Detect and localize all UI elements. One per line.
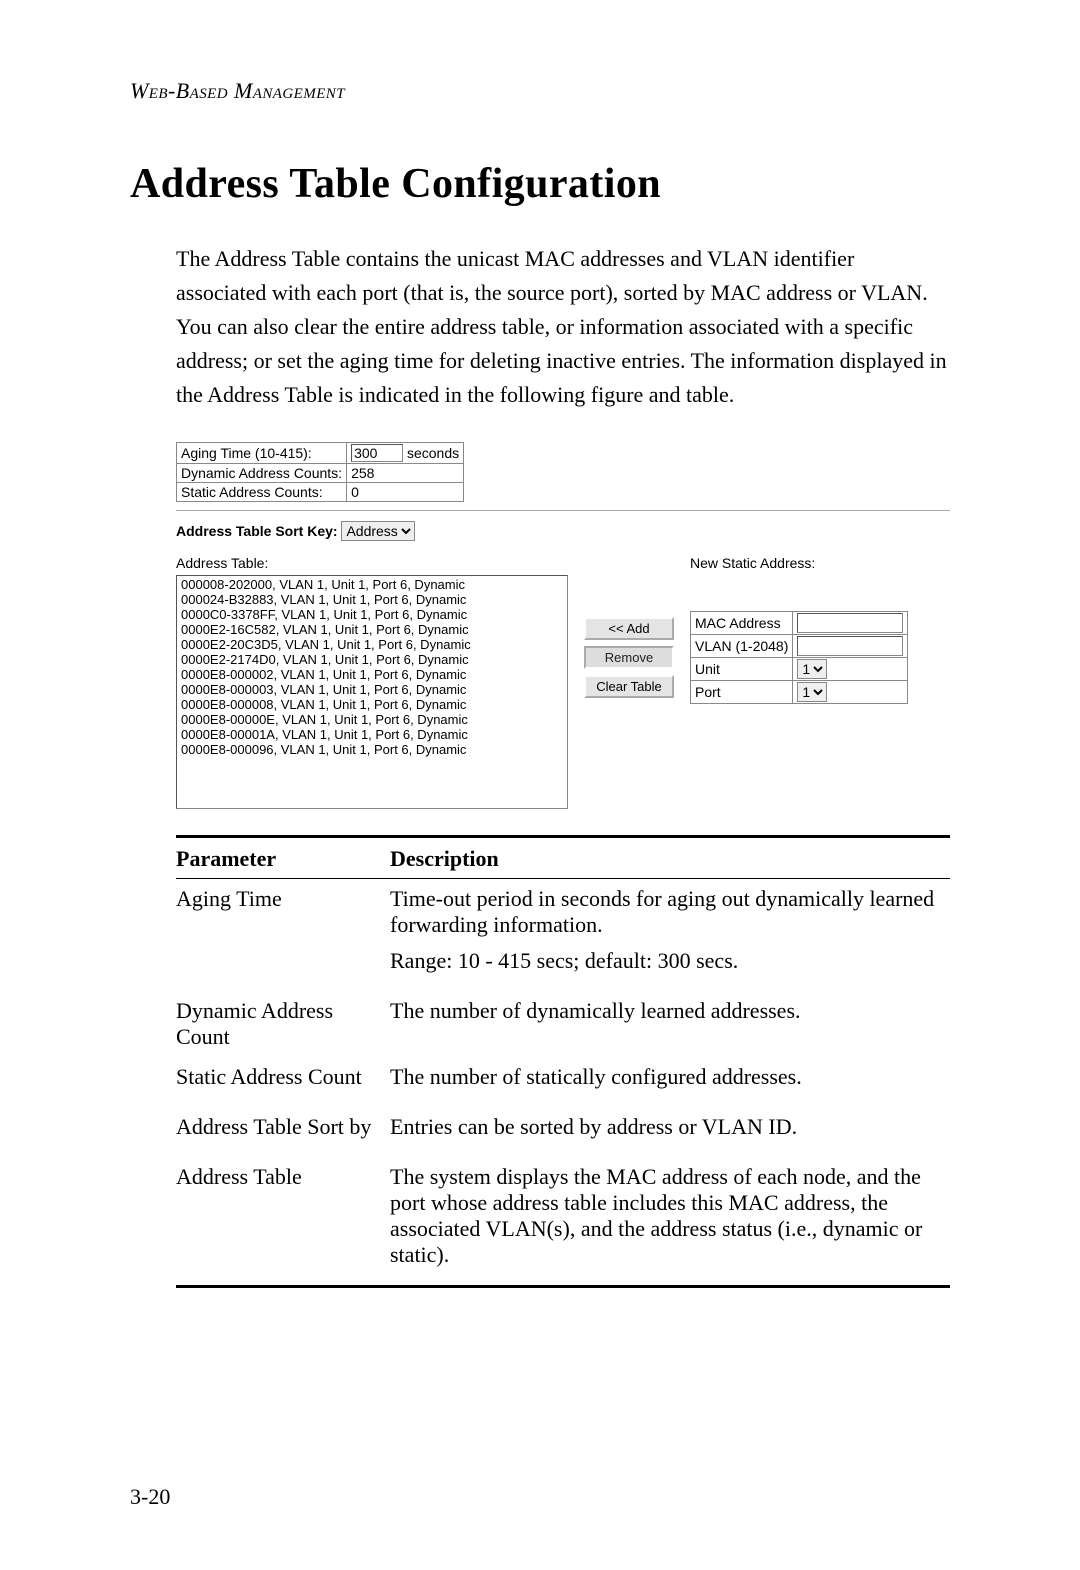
running-head: Web-Based Management [130, 78, 950, 104]
list-item[interactable]: 0000E8-000003, VLAN 1, Unit 1, Port 6, D… [177, 682, 567, 697]
port-select[interactable]: 1 [797, 682, 827, 702]
param-desc: The number of dynamically learned addres… [390, 991, 950, 1057]
param-name: Address Table [176, 1157, 390, 1287]
unit-label: Unit [691, 658, 793, 681]
page-number: 3-20 [130, 1484, 170, 1510]
add-button[interactable]: << Add [584, 617, 674, 640]
config-figure: Aging Time (10-415): seconds Dynamic Add… [176, 442, 950, 809]
dynamic-count-value: 258 [347, 464, 464, 483]
list-item[interactable]: 0000E8-00001A, VLAN 1, Unit 1, Port 6, D… [177, 727, 567, 742]
intro-paragraph: The Address Table contains the unicast M… [176, 242, 950, 412]
list-item[interactable]: 0000E8-00000E, VLAN 1, Unit 1, Port 6, D… [177, 712, 567, 727]
dynamic-count-label: Dynamic Address Counts: [177, 464, 347, 483]
param-name: Aging Time [176, 879, 390, 992]
list-item[interactable]: 0000E8-000096, VLAN 1, Unit 1, Port 6, D… [177, 742, 567, 757]
aging-time-label: Aging Time (10-415): [177, 443, 347, 464]
new-static-label: New Static Address: [690, 555, 908, 571]
list-item[interactable]: 0000E2-2174D0, VLAN 1, Unit 1, Port 6, D… [177, 652, 567, 667]
aging-time-cell: seconds [347, 443, 464, 464]
param-name: Static Address Count [176, 1057, 390, 1107]
mac-address-label: MAC Address [691, 612, 793, 635]
sort-key-label: Address Table Sort Key: [176, 523, 338, 539]
sort-key-select[interactable]: Address [341, 521, 415, 541]
aging-time-units: seconds [407, 445, 459, 461]
param-desc: The system displays the MAC address of e… [390, 1157, 950, 1287]
list-item[interactable]: 0000E2-20C3D5, VLAN 1, Unit 1, Port 6, D… [177, 637, 567, 652]
list-item[interactable]: 0000E8-000002, VLAN 1, Unit 1, Port 6, D… [177, 667, 567, 682]
figure-divider [176, 510, 950, 511]
sort-key-row: Address Table Sort Key: Address [176, 521, 950, 541]
unit-select[interactable]: 1 [797, 659, 827, 679]
param-name: Dynamic Address Count [176, 991, 390, 1057]
param-desc: Entries can be sorted by address or VLAN… [390, 1107, 950, 1157]
new-static-form: MAC Address VLAN (1-2048) Unit 1 Port 1 [690, 611, 908, 704]
static-count-label: Static Address Counts: [177, 483, 347, 502]
static-count-value: 0 [347, 483, 464, 502]
list-item[interactable]: 0000C0-3378FF, VLAN 1, Unit 1, Port 6, D… [177, 607, 567, 622]
address-table-label: Address Table: [176, 555, 568, 571]
list-item[interactable]: 0000E2-16C582, VLAN 1, Unit 1, Port 6, D… [177, 622, 567, 637]
clear-table-button[interactable]: Clear Table [584, 675, 674, 698]
list-item[interactable]: 0000E8-000008, VLAN 1, Unit 1, Port 6, D… [177, 697, 567, 712]
aging-counts-table: Aging Time (10-415): seconds Dynamic Add… [176, 442, 464, 502]
port-label: Port [691, 681, 793, 704]
aging-time-input[interactable] [351, 444, 403, 462]
vlan-label: VLAN (1-2048) [691, 635, 793, 658]
parameter-table: Parameter Description Aging Time Time-ou… [176, 835, 950, 1288]
vlan-input[interactable] [797, 636, 903, 656]
param-header-parameter: Parameter [176, 837, 390, 879]
param-name: Address Table Sort by [176, 1107, 390, 1157]
list-item[interactable]: 000024-B32883, VLAN 1, Unit 1, Port 6, D… [177, 592, 567, 607]
param-desc: The number of statically configured addr… [390, 1057, 950, 1107]
mac-address-input[interactable] [797, 613, 903, 633]
address-listbox[interactable]: 000008-202000, VLAN 1, Unit 1, Port 6, D… [176, 575, 568, 809]
list-item[interactable]: 000008-202000, VLAN 1, Unit 1, Port 6, D… [177, 577, 567, 592]
param-desc: Time-out period in seconds for aging out… [390, 879, 950, 992]
remove-button[interactable]: Remove [584, 646, 674, 669]
param-header-description: Description [390, 837, 950, 879]
page-title: Address Table Configuration [130, 160, 950, 208]
